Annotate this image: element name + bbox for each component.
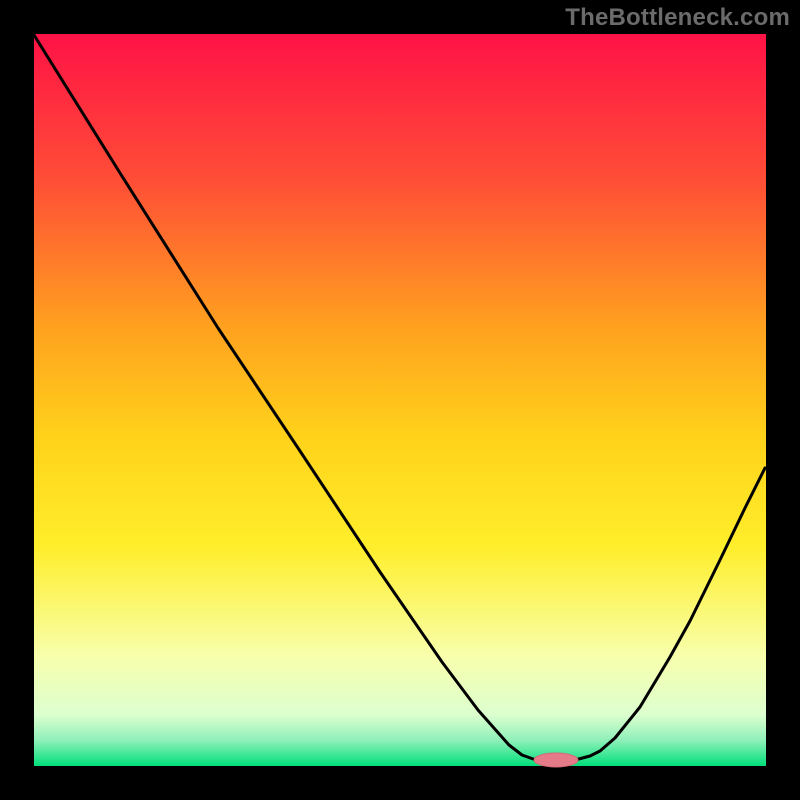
optimum-marker [534, 753, 578, 767]
chart-frame: TheBottleneck.com [0, 0, 800, 800]
plot-background [34, 34, 766, 766]
bottleneck-chart [0, 0, 800, 800]
